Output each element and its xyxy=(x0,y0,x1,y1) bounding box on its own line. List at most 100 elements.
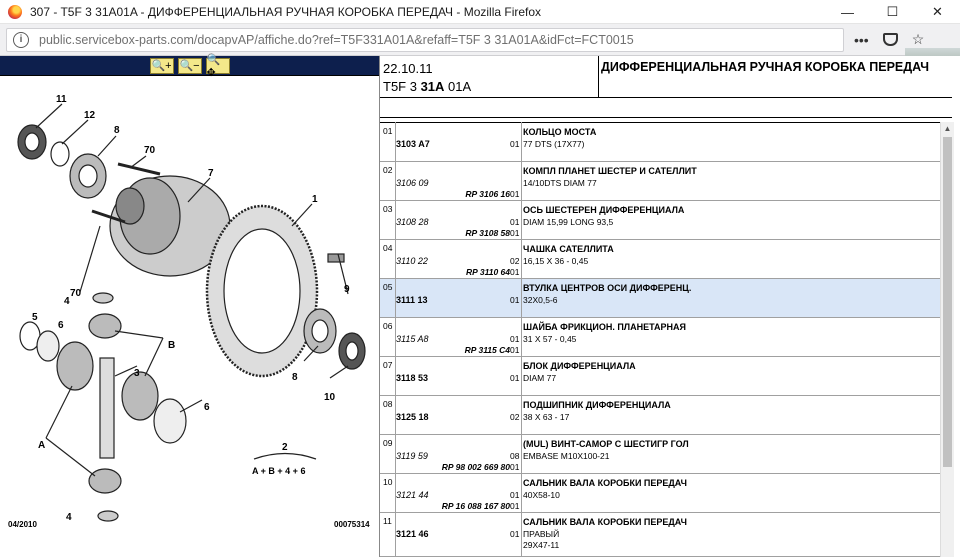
zoom-in-button[interactable]: 🔍+ xyxy=(149,57,174,74)
quantity-alt: 01 xyxy=(510,345,520,355)
part-washer-6b xyxy=(153,398,187,444)
site-info-icon[interactable]: i xyxy=(13,31,29,48)
callout-11: 11 xyxy=(56,94,67,105)
part-code: 3125 18 xyxy=(396,412,429,422)
replacement-ref: RP 98 002 669 80 xyxy=(441,462,510,472)
part-code: 3118 53 xyxy=(396,373,429,383)
ref-bold: 31A xyxy=(420,79,445,94)
part-code: 3103 A7 xyxy=(396,139,430,149)
zoom-toolbar: 🔍+ 🔍− 🔍✥ xyxy=(0,54,379,79)
callout-2: 2 xyxy=(282,442,288,453)
table-row[interactable]: 09 3119 59 RP 98 002 669 80 08 01 (MUL) ВИНТ-… xyxy=(380,435,940,474)
table-row[interactable]: 05 3111 13 01 ВТУЛКА ЦЕНТРОВ ОСИ ДИФФЕРЕНЦ.… xyxy=(380,279,940,318)
restore-button[interactable]: ☐ xyxy=(870,0,915,24)
url-text[interactable]: public.servicebox-parts.com/docapvAP/aff… xyxy=(39,33,634,47)
part-washer-6a xyxy=(36,330,60,362)
part-desc: 38 X 63 - 17 xyxy=(523,412,570,422)
callout-10: 10 xyxy=(324,392,336,403)
row-index: 02 xyxy=(383,165,393,175)
callout-1: 1 xyxy=(312,194,318,205)
row-index: 09 xyxy=(383,438,393,448)
quantity: 01 xyxy=(510,295,520,305)
part-gear-a xyxy=(56,341,94,391)
diagram-frame: 🔍+ 🔍− 🔍✥ 11 12 8 70 7 1 70 9 4 5 6 B 3 6… xyxy=(0,54,380,557)
callout-7: 7 xyxy=(208,168,214,179)
row-index: 01 xyxy=(383,126,393,136)
part-desc: 14/10DTS DIAM 77 xyxy=(523,178,597,188)
part-washer-4a xyxy=(92,292,114,304)
quantity: 01 xyxy=(510,490,520,500)
url-actions: ••• ☆ xyxy=(854,31,924,48)
part-name: КОМПЛ ПЛАНЕТ ШЕСТЕР И САТЕЛЛИТ xyxy=(523,166,697,176)
part-name: БЛОК ДИФФЕРЕНЦИАЛА xyxy=(523,361,636,371)
part-desc: 16,15 X 36 - 0,45 xyxy=(523,256,589,266)
part-shaft-3 xyxy=(99,357,115,459)
table-row[interactable]: 02 3106 09 RP 3106 16 01 КОМПЛ ПЛАНЕТ ШЕСТЕР… xyxy=(380,162,940,201)
part-name: (MUL) ВИНТ-САМОР С ШЕСТИГР ГОЛ xyxy=(523,439,689,449)
diagram-number: 00075314 xyxy=(334,520,370,529)
scroll-up-icon[interactable]: ▲ xyxy=(941,122,954,135)
part-desc-2: 29X47-11 xyxy=(523,540,560,550)
row-index: 10 xyxy=(383,477,393,487)
part-code: 3115 A8 xyxy=(396,334,429,344)
quantity-alt: 01 xyxy=(510,462,520,472)
replacement-ref: RP 3115 C4 xyxy=(464,345,510,355)
part-desc: 40X58-10 xyxy=(523,490,560,500)
quantity-alt: 01 xyxy=(510,228,520,238)
part-name: ОСЬ ШЕСТЕРЕН ДИФФЕРЕНЦИАЛА xyxy=(523,205,685,215)
header-title: ДИФФЕРЕНЦИАЛЬНАЯ РУЧНАЯ КОРОБКА ПЕРЕДАЧ xyxy=(598,56,952,98)
scroll-thumb[interactable] xyxy=(943,137,952,467)
part-code: 3110 22 xyxy=(396,256,428,266)
part-gear-b-top xyxy=(88,313,122,339)
zoom-fit-button[interactable]: 🔍✥ xyxy=(205,54,230,79)
callout-6b: 6 xyxy=(204,402,210,413)
table-row[interactable]: 06 3115 A8 RP 3115 C4 01 01 ШАЙБА ФРИКЦИОН. П… xyxy=(380,318,940,357)
table-row[interactable]: 11 3121 46 01 САЛЬНИК ВАЛА КОРОБКИ ПЕРЕДАЧ П… xyxy=(380,513,940,557)
quantity: 01 xyxy=(510,217,520,227)
row-index: 04 xyxy=(383,243,393,253)
row-index: 08 xyxy=(383,399,393,409)
replacement-ref: RP 3108 58 xyxy=(465,228,510,238)
table-row[interactable]: 07 3118 53 01 БЛОК ДИФФЕРЕНЦИАЛА DIAM 77 xyxy=(380,357,940,396)
callout-4b: 4 xyxy=(66,512,72,523)
exploded-diagram: 11 12 8 70 7 1 70 9 4 5 6 B 3 6 8 10 A 4… xyxy=(17,94,366,523)
part-desc: ПРАВЫЙ xyxy=(523,529,560,539)
vertical-scrollbar[interactable]: ▲ xyxy=(940,122,954,557)
table-row[interactable]: 01 3103 A7 01 КОЛЬЦО МОСТА 77 DTS (17X77) xyxy=(380,123,940,162)
part-name: КОЛЬЦО МОСТА xyxy=(523,127,597,137)
part-bolt-9 xyxy=(327,253,345,263)
parts-frame: 22.10.11 T5F 3 31A 01A ДИФФЕРЕНЦИАЛЬНАЯ … xyxy=(380,56,960,557)
address-bar[interactable]: i public.servicebox-parts.com/docapvAP/a… xyxy=(6,27,844,52)
minimize-button[interactable]: — xyxy=(825,0,870,24)
part-code: 3108 28 xyxy=(396,217,429,227)
zoom-out-button[interactable]: 🔍− xyxy=(177,57,202,74)
formula: A + B + 4 + 6 xyxy=(252,466,305,476)
window-controls: — ☐ ✕ xyxy=(825,0,960,24)
part-name: САЛЬНИК ВАЛА КОРОБКИ ПЕРЕДАЧ xyxy=(523,478,687,488)
part-desc: 31 X 57 - 0,45 xyxy=(523,334,577,344)
header-ref: T5F 3 31A 01A xyxy=(383,79,471,94)
table-row[interactable]: 04 3110 22 RP 3110 64 02 01 ЧАШКА САТЕЛЛИТА 16… xyxy=(380,240,940,279)
quantity: 01 xyxy=(510,334,520,344)
table-row[interactable]: 08 3125 18 02 ПОДШИПНИК ДИФФЕРЕНЦИАЛА 38 X 6… xyxy=(380,396,940,435)
bookmark-star-button[interactable]: ☆ xyxy=(912,31,925,48)
part-code: 3111 13 xyxy=(396,295,428,305)
callout-12: 12 xyxy=(84,110,96,121)
header-spacer xyxy=(380,98,952,118)
part-gear-b-side xyxy=(121,371,159,421)
callout-3: 3 xyxy=(134,368,140,379)
callout-8b: 8 xyxy=(292,372,298,383)
page-actions-button[interactable]: ••• xyxy=(854,32,869,48)
part-code: 3121 46 xyxy=(396,529,429,539)
callout-70a: 70 xyxy=(144,145,156,156)
pocket-button[interactable] xyxy=(882,33,898,46)
url-toolbar: i public.servicebox-parts.com/docapvAP/a… xyxy=(0,24,960,80)
table-row[interactable]: 10 3121 44 RP 16 088 167 80 01 01 САЛЬНИК ВАЛ… xyxy=(380,474,940,513)
part-name: ШАЙБА ФРИКЦИОН. ПЛАНЕТАРНАЯ xyxy=(523,322,687,332)
close-button[interactable]: ✕ xyxy=(915,0,960,24)
parts-table: 01 3103 A7 01 КОЛЬЦО МОСТА 77 DTS (17X77) 02 3… xyxy=(380,122,940,557)
part-name: ЧАШКА САТЕЛЛИТА xyxy=(523,244,614,254)
replacement-ref: RP 3106 16 xyxy=(465,189,510,199)
table-row[interactable]: 03 3108 28 RP 3108 58 01 01 ОСЬ ШЕСТЕРЕН ДИФФ… xyxy=(380,201,940,240)
column-divider xyxy=(395,122,396,557)
